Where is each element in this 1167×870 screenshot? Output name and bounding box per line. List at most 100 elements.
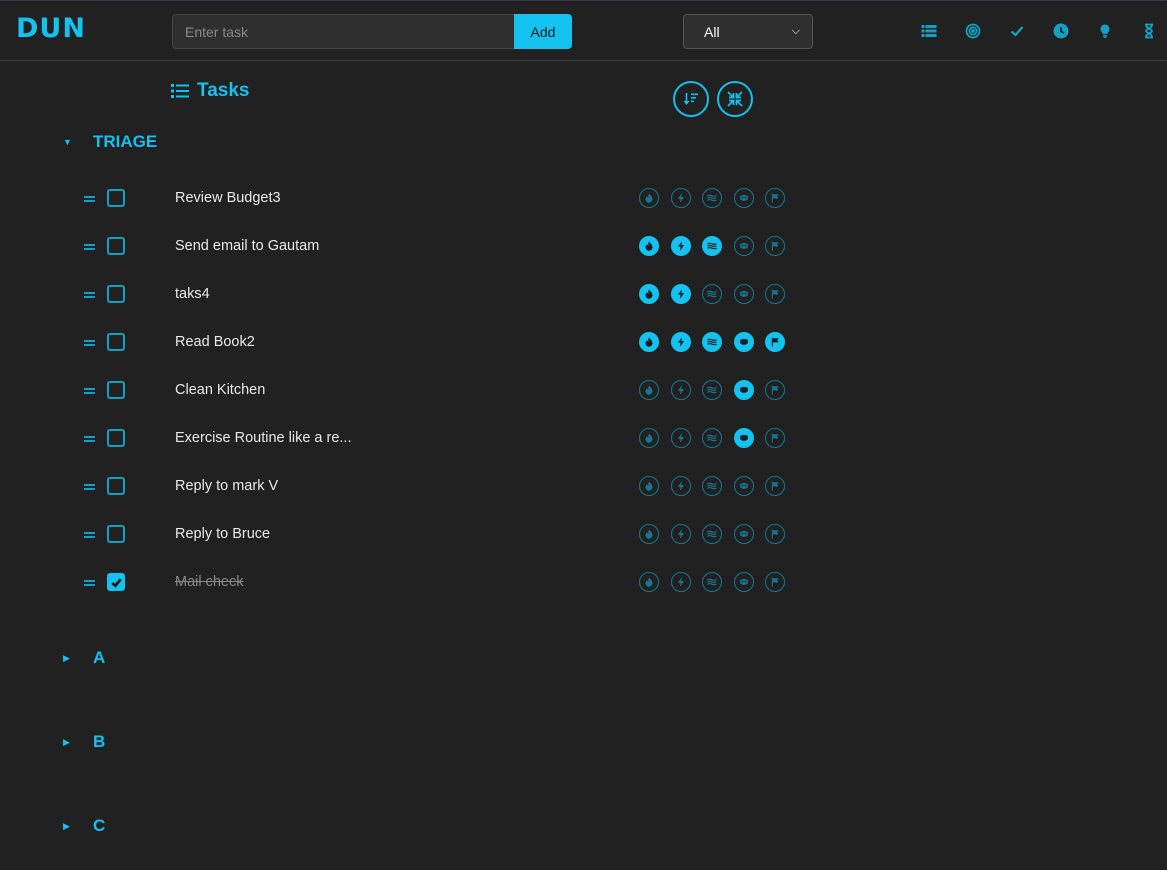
- task-checkbox[interactable]: [107, 285, 125, 303]
- clock-icon[interactable]: [1051, 20, 1071, 42]
- flag-tag-toggle[interactable]: [765, 236, 785, 256]
- task-text[interactable]: Clean Kitchen: [175, 382, 265, 398]
- mask-tag-toggle[interactable]: [734, 572, 754, 592]
- waves-tag-toggle[interactable]: [702, 524, 722, 544]
- task-checkbox[interactable]: [107, 333, 125, 351]
- sort-button[interactable]: [673, 81, 709, 117]
- bolt-icon: [677, 241, 685, 251]
- waves-tag-toggle[interactable]: [702, 284, 722, 304]
- mask-tag-toggle[interactable]: [734, 428, 754, 448]
- flame-tag-toggle[interactable]: [639, 236, 659, 256]
- hourglass-icon[interactable]: [1139, 20, 1159, 42]
- flag-icon: [771, 289, 779, 299]
- lightbulb-icon[interactable]: [1095, 20, 1115, 42]
- flag-tag-toggle[interactable]: [765, 332, 785, 352]
- task-checkbox[interactable]: [107, 477, 125, 495]
- task-text[interactable]: Exercise Routine like a re...: [175, 430, 352, 446]
- flag-icon: [771, 385, 779, 395]
- bolt-tag-toggle[interactable]: [671, 236, 691, 256]
- flame-tag-toggle[interactable]: [639, 476, 659, 496]
- drag-handle-icon[interactable]: [84, 388, 95, 394]
- bolt-tag-toggle[interactable]: [671, 476, 691, 496]
- waves-tag-toggle[interactable]: [702, 332, 722, 352]
- section-b[interactable]: ▶ B: [63, 732, 105, 752]
- flag-tag-toggle[interactable]: [765, 380, 785, 400]
- bolt-tag-toggle[interactable]: [671, 572, 691, 592]
- mask-tag-toggle[interactable]: [734, 332, 754, 352]
- task-checkbox[interactable]: [107, 525, 125, 543]
- flag-icon: [771, 337, 779, 347]
- drag-handle-icon[interactable]: [84, 436, 95, 442]
- flame-icon: [645, 577, 653, 587]
- task-text[interactable]: Mail check: [175, 574, 244, 590]
- drag-handle-icon[interactable]: [84, 532, 95, 538]
- waves-tag-toggle[interactable]: [702, 188, 722, 208]
- drag-handle-icon[interactable]: [84, 196, 95, 202]
- section-c[interactable]: ▶ C: [63, 816, 105, 836]
- waves-tag-toggle[interactable]: [702, 428, 722, 448]
- flag-icon: [771, 433, 779, 443]
- mask-tag-toggle[interactable]: [734, 284, 754, 304]
- flame-tag-toggle[interactable]: [639, 188, 659, 208]
- flag-tag-toggle[interactable]: [765, 524, 785, 544]
- bolt-tag-toggle[interactable]: [671, 428, 691, 448]
- drag-handle-icon[interactable]: [84, 292, 95, 298]
- section-triage[interactable]: ▼ TRIAGE: [63, 132, 157, 152]
- task-checkbox[interactable]: [107, 189, 125, 207]
- mask-tag-toggle[interactable]: [734, 188, 754, 208]
- bolt-tag-toggle[interactable]: [671, 524, 691, 544]
- waves-icon: [707, 338, 717, 346]
- flame-tag-toggle[interactable]: [639, 284, 659, 304]
- list-icon[interactable]: [919, 20, 939, 42]
- task-checkbox[interactable]: [107, 573, 125, 591]
- flame-tag-toggle[interactable]: [639, 332, 659, 352]
- task-text[interactable]: taks4: [175, 286, 210, 302]
- drag-handle-icon[interactable]: [84, 244, 95, 250]
- flame-tag-toggle[interactable]: [639, 428, 659, 448]
- bolt-tag-toggle[interactable]: [671, 188, 691, 208]
- mask-icon: [740, 291, 748, 297]
- nav-icons: [0, 20, 1167, 42]
- caret-right-icon: ▶: [63, 736, 70, 747]
- task-text[interactable]: Reply to Bruce: [175, 526, 270, 542]
- bolt-tag-toggle[interactable]: [671, 332, 691, 352]
- collapse-all-button[interactable]: [717, 81, 753, 117]
- section-a[interactable]: ▶ A: [63, 648, 105, 668]
- waves-tag-toggle[interactable]: [702, 236, 722, 256]
- flame-icon: [645, 529, 653, 539]
- waves-tag-toggle[interactable]: [702, 380, 722, 400]
- task-checkbox[interactable]: [107, 237, 125, 255]
- drag-handle-icon[interactable]: [84, 484, 95, 490]
- task-text[interactable]: Reply to mark V: [175, 478, 278, 494]
- flag-tag-toggle[interactable]: [765, 188, 785, 208]
- waves-tag-toggle[interactable]: [702, 476, 722, 496]
- flag-tag-toggle[interactable]: [765, 476, 785, 496]
- task-checkbox[interactable]: [107, 381, 125, 399]
- flame-tag-toggle[interactable]: [639, 572, 659, 592]
- flag-tag-toggle[interactable]: [765, 572, 785, 592]
- target-icon[interactable]: [963, 20, 983, 42]
- flag-icon: [771, 481, 779, 491]
- task-text[interactable]: Read Book2: [175, 334, 255, 350]
- section-title: A: [93, 648, 106, 667]
- mask-tag-toggle[interactable]: [734, 236, 754, 256]
- waves-tag-toggle[interactable]: [702, 572, 722, 592]
- mask-icon: [740, 195, 748, 201]
- flame-tag-toggle[interactable]: [639, 380, 659, 400]
- bolt-icon: [677, 529, 685, 539]
- task-text[interactable]: Review Budget3: [175, 190, 281, 206]
- flag-tag-toggle[interactable]: [765, 284, 785, 304]
- task-checkbox[interactable]: [107, 429, 125, 447]
- bolt-tag-toggle[interactable]: [671, 380, 691, 400]
- flame-tag-toggle[interactable]: [639, 524, 659, 544]
- mask-tag-toggle[interactable]: [734, 524, 754, 544]
- drag-handle-icon[interactable]: [84, 340, 95, 346]
- task-row: Review Budget3: [0, 182, 1167, 222]
- flag-tag-toggle[interactable]: [765, 428, 785, 448]
- mask-tag-toggle[interactable]: [734, 476, 754, 496]
- bolt-tag-toggle[interactable]: [671, 284, 691, 304]
- task-text[interactable]: Send email to Gautam: [175, 238, 319, 254]
- drag-handle-icon[interactable]: [84, 580, 95, 586]
- mask-tag-toggle[interactable]: [734, 380, 754, 400]
- check-icon[interactable]: [1007, 20, 1027, 42]
